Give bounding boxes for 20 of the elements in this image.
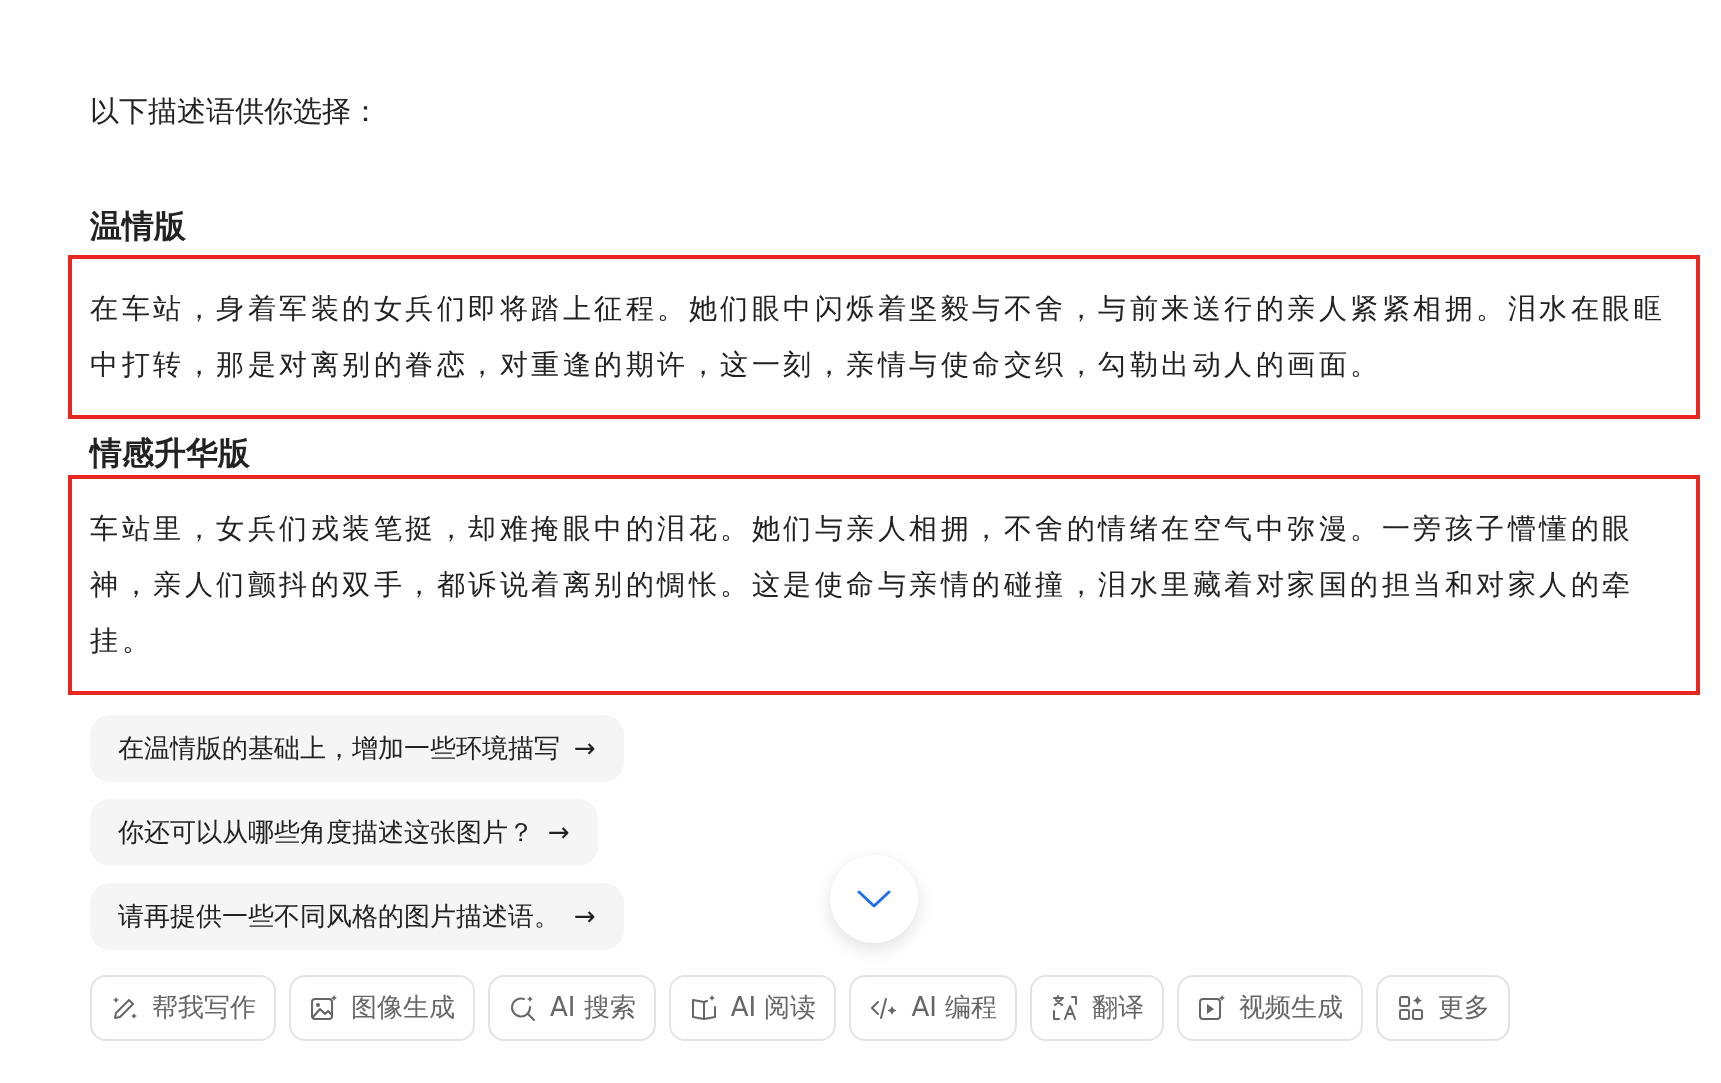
arrow-icon: → (574, 728, 596, 768)
tool-button[interactable]: 翻译 (1030, 974, 1165, 1041)
chevron-down-icon (857, 889, 891, 909)
tool-button[interactable]: 视频生成 (1177, 974, 1364, 1041)
tool-button[interactable]: 帮我写作 (90, 974, 276, 1041)
description-paragraph: 车站里，女兵们戎装笔挺，却难掩眼中的泪花。她们与亲人相拥，不舍的情绪在空气中弥漫。一旁孩子懵懂的眼神，亲人们颤抖的双手，都诉说着离别的惆怅。这是使命与亲情的碰撞，泪水里藏着对家国的担当和对家人的牵挂。 (90, 510, 1635, 659)
arrow-icon: → (548, 812, 570, 852)
tool-button[interactable]: AI 阅读 (668, 974, 837, 1041)
tool-button[interactable]: AI 编程 (849, 974, 1018, 1041)
suggestion-chip[interactable]: 在温情版的基础上，增加一些环境描写 → (90, 714, 624, 782)
section-heading: 情感升华版 (90, 433, 251, 475)
tool-button[interactable]: 图像生成 (289, 974, 475, 1041)
arrow-icon: → (574, 896, 596, 936)
description-paragraph: 在车站，身着军装的女兵们即将踏上征程。她们眼中闪烁着坚毅与不舍，与前来送行的亲人紧紧相拥。泪水在眼眶中打转，那是对离别的眷恋，对重逢的期许，这一刻，亲情与使命交织，勾勒出动人的画面。 (90, 291, 1666, 384)
suggestion-chip[interactable]: 你还可以从哪些角度描述这张图片？ → (90, 798, 598, 866)
section-heading: 温情版 (90, 205, 187, 247)
tool-button[interactable]: AI 搜索 (488, 974, 656, 1041)
suggestion-chip[interactable]: 请再提供一些不同风格的图片描述语。 → (90, 882, 624, 950)
tool-button[interactable]: 更多 (1376, 974, 1511, 1041)
intro-text: 以下描述语供你选择： (90, 93, 381, 130)
